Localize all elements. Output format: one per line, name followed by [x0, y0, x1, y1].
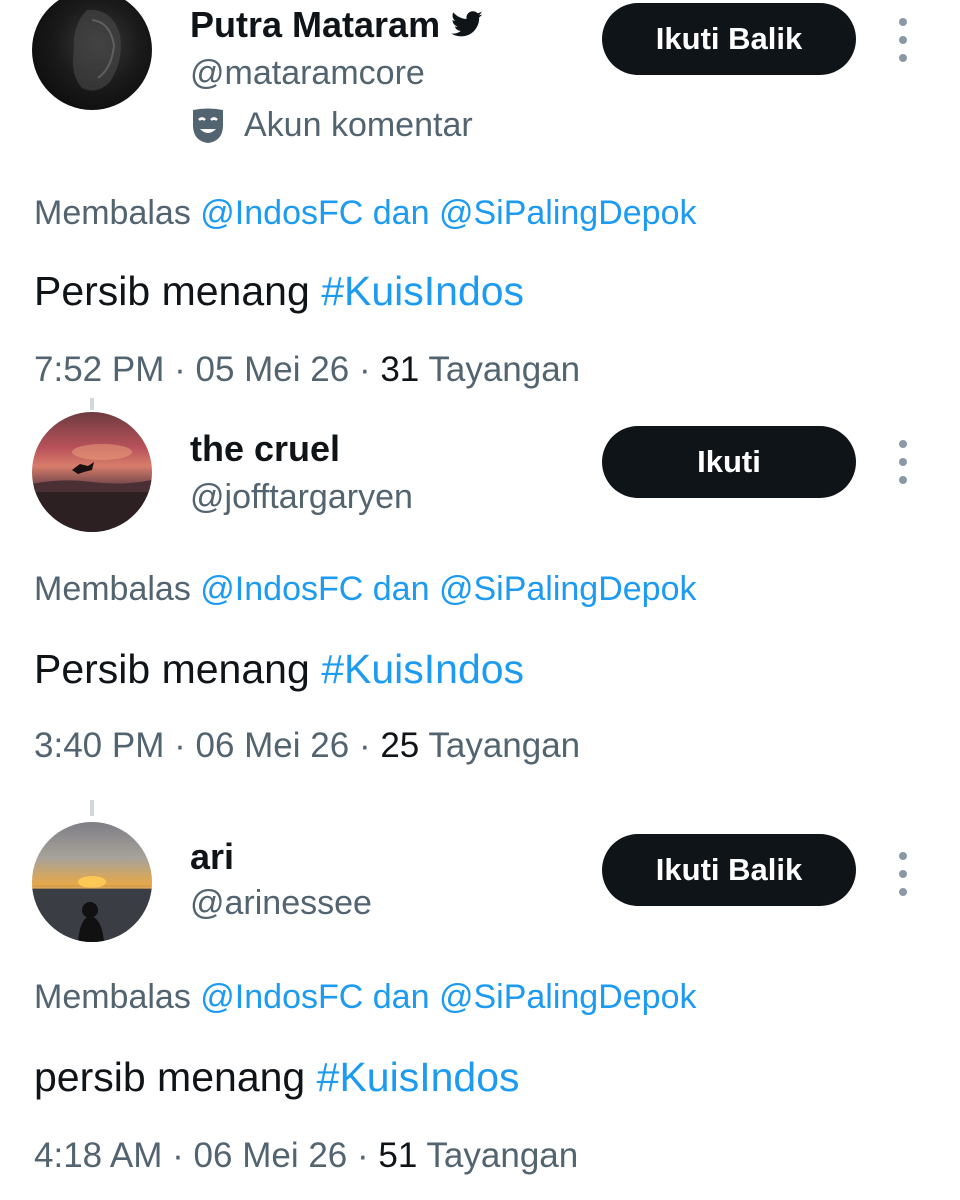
tweet-text: Persib menang #KuisIndos	[34, 268, 524, 315]
tweet-time[interactable]: 7:52 PM	[34, 350, 164, 389]
account-label: Akun komentar	[244, 106, 473, 144]
replying-prefix: Membalas	[34, 570, 191, 608]
thread-line	[90, 398, 94, 410]
tweet-meta: 7:52 PM · 05 Mei 26 · 31 Tayangan	[34, 350, 580, 390]
replying-conjunction: dan	[372, 570, 430, 608]
hashtag-link[interactable]: #KuisIndos	[321, 268, 524, 314]
theater-mask-icon	[190, 107, 226, 145]
tweet-text-body: Persib menang	[34, 268, 310, 314]
user-handle[interactable]: @jofftargaryen	[190, 478, 413, 517]
replying-to: Membalas @IndosFC dan @SiPalingDepok	[34, 978, 697, 1017]
tweet-time[interactable]: 3:40 PM	[34, 726, 164, 765]
replying-prefix: Membalas	[34, 978, 191, 1016]
views-count: 31	[380, 350, 420, 389]
follow-back-button[interactable]: Ikuti Balik	[602, 834, 856, 906]
meta-separator: ·	[358, 726, 371, 765]
tweet-text-body: persib menang	[34, 1054, 306, 1100]
more-vertical-icon[interactable]	[893, 852, 913, 896]
tweet-meta: 3:40 PM · 06 Mei 26 · 25 Tayangan	[34, 726, 580, 766]
views-count: 51	[378, 1136, 418, 1175]
user-handle[interactable]: @mataramcore	[190, 54, 425, 93]
mention-link[interactable]: @SiPalingDepok	[439, 570, 697, 608]
follow-back-button[interactable]: Ikuti Balik	[602, 3, 856, 75]
meta-separator: ·	[358, 350, 371, 389]
avatar[interactable]	[32, 822, 152, 942]
mention-link[interactable]: @SiPalingDepok	[439, 194, 697, 232]
tweet-text-body: Persib menang	[34, 646, 310, 692]
tweet-meta: 4:18 AM · 06 Mei 26 · 51 Tayangan	[34, 1136, 578, 1176]
more-vertical-icon[interactable]	[893, 440, 913, 484]
views-label: Tayangan	[428, 350, 581, 389]
avatar-image	[32, 444, 152, 532]
hashtag-link[interactable]: #KuisIndos	[317, 1054, 520, 1100]
views-count: 25	[380, 726, 420, 765]
meta-separator: ·	[357, 1136, 369, 1175]
replying-to: Membalas @IndosFC dan @SiPalingDepok	[34, 570, 697, 609]
tweet-date[interactable]: 06 Mei 26	[194, 1136, 348, 1175]
bird-icon	[450, 10, 484, 40]
avatar-image	[32, 876, 152, 942]
replying-conjunction: dan	[372, 978, 430, 1016]
mention-link[interactable]: @IndosFC	[200, 978, 363, 1016]
display-name[interactable]: the cruel	[190, 428, 340, 470]
replying-prefix: Membalas	[34, 194, 191, 232]
meta-separator: ·	[172, 1136, 184, 1175]
tweet-date[interactable]: 05 Mei 26	[195, 350, 349, 389]
avatar-image	[73, 9, 121, 91]
tweet-time[interactable]: 4:18 AM	[34, 1136, 162, 1175]
meta-separator: ·	[174, 726, 186, 765]
display-name[interactable]: ari	[190, 836, 234, 878]
tweet-date[interactable]: 06 Mei 26	[195, 726, 349, 765]
views-label: Tayangan	[426, 1136, 579, 1175]
views-label: Tayangan	[428, 726, 581, 765]
mention-link[interactable]: @SiPalingDepok	[439, 978, 697, 1016]
thread-line	[90, 800, 94, 816]
replying-to: Membalas @IndosFC dan @SiPalingDepok	[34, 194, 697, 233]
hashtag-link[interactable]: #KuisIndos	[321, 646, 524, 692]
replying-conjunction: dan	[372, 194, 430, 232]
tweet-text: persib menang #KuisIndos	[34, 1054, 520, 1101]
display-name[interactable]: Putra Mataram	[190, 4, 440, 46]
more-vertical-icon[interactable]	[893, 18, 913, 62]
avatar[interactable]	[32, 412, 152, 532]
meta-separator: ·	[174, 350, 186, 389]
tweet-text: Persib menang #KuisIndos	[34, 646, 524, 693]
follow-button[interactable]: Ikuti	[602, 426, 856, 498]
mention-link[interactable]: @IndosFC	[200, 570, 363, 608]
mention-link[interactable]: @IndosFC	[200, 194, 363, 232]
avatar[interactable]	[32, 0, 152, 110]
user-handle[interactable]: @arinessee	[190, 884, 372, 923]
